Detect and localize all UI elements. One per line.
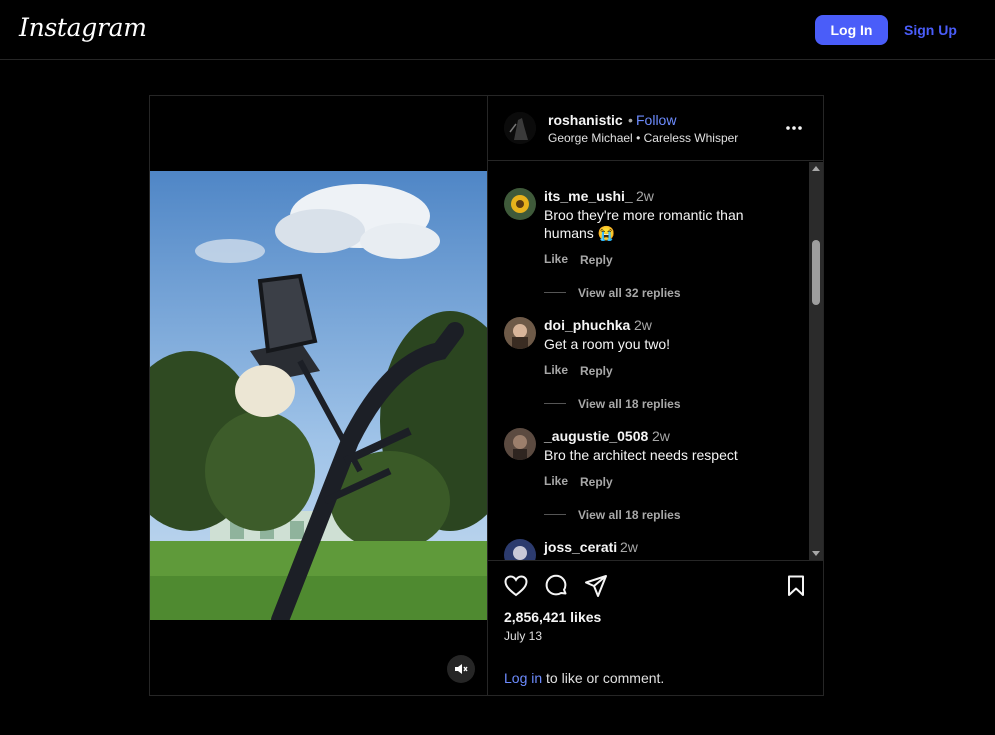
comment-time[interactable]: 2w xyxy=(620,539,638,555)
replies-divider xyxy=(544,403,566,404)
post-media xyxy=(150,96,488,695)
top-bar: Instagram Log In Sign Up xyxy=(0,0,995,60)
scroll-up-arrow[interactable] xyxy=(812,166,820,171)
comment-like-button[interactable]: Like xyxy=(544,252,568,266)
signup-link[interactable]: Sign Up xyxy=(898,15,963,45)
commenter-avatar[interactable] xyxy=(504,539,536,560)
author-username[interactable]: roshanistic xyxy=(548,112,623,128)
share-button[interactable] xyxy=(583,573,609,599)
comment-like-button[interactable]: Like xyxy=(544,474,568,488)
comment-reply-button[interactable]: Reply xyxy=(580,253,613,267)
share-icon xyxy=(585,575,607,597)
comment-time[interactable]: 2w xyxy=(652,428,670,444)
post-header: roshanistic • Follow George Michael • Ca… xyxy=(488,96,823,161)
save-button[interactable] xyxy=(783,573,809,599)
more-options-button[interactable] xyxy=(784,120,804,136)
view-replies-button[interactable]: View all 18 replies xyxy=(578,508,681,522)
comment-time[interactable]: 2w xyxy=(634,317,652,333)
comment-text: Broo they're more romantic than humans 😭 xyxy=(544,207,744,241)
commenter-username[interactable]: _augustie_0508 xyxy=(544,428,648,444)
more-options-icon xyxy=(786,126,802,130)
heart-icon xyxy=(504,575,528,597)
audio-info[interactable]: George Michael • Careless Whisper xyxy=(548,131,738,145)
bookmark-icon xyxy=(788,575,804,596)
instagram-logo[interactable]: Instagram xyxy=(19,13,147,42)
comment-icon xyxy=(545,574,567,596)
login-link[interactable]: Log in xyxy=(504,670,542,686)
author-avatar[interactable] xyxy=(504,112,536,144)
comment-text: Get a room you two! xyxy=(544,336,671,352)
comments-list: its_me_ushi_ 2w Broo they're more romant… xyxy=(488,162,808,560)
scrollbar-thumb[interactable] xyxy=(812,240,820,305)
post-card: roshanistic • Follow George Michael • Ca… xyxy=(149,95,824,696)
comment-reply-button[interactable]: Reply xyxy=(580,364,613,378)
comment-time[interactable]: 2w xyxy=(636,188,654,204)
comments-scrollbar[interactable] xyxy=(809,162,823,560)
commenter-avatar[interactable] xyxy=(504,188,536,220)
login-prompt: Log in to like or comment. xyxy=(504,670,664,686)
view-replies-button[interactable]: View all 18 replies xyxy=(578,397,681,411)
post-video[interactable] xyxy=(150,171,487,620)
audio-artist: George Michael xyxy=(548,131,633,145)
mute-button[interactable] xyxy=(447,655,475,683)
likes-count[interactable]: 2,856,421 likes xyxy=(504,609,601,625)
login-prompt-text: to like or comment. xyxy=(542,670,665,686)
comment-reply-button[interactable]: Reply xyxy=(580,475,613,489)
mute-icon xyxy=(455,664,468,674)
replies-divider xyxy=(544,292,566,293)
commenter-username[interactable]: its_me_ushi_ xyxy=(544,188,633,204)
commenter-username[interactable]: joss_cerati xyxy=(544,539,617,555)
view-replies-button[interactable]: View all 32 replies xyxy=(578,286,681,300)
replies-divider xyxy=(544,514,566,515)
commenter-avatar[interactable] xyxy=(504,428,536,460)
follow-button[interactable]: Follow xyxy=(636,112,676,128)
comment-like-button[interactable]: Like xyxy=(544,363,568,377)
like-button[interactable] xyxy=(503,573,529,599)
separator-dot: • xyxy=(628,112,633,128)
post-sidebar: roshanistic • Follow George Michael • Ca… xyxy=(488,96,823,695)
login-button[interactable]: Log In xyxy=(815,15,888,45)
audio-song: Careless Whisper xyxy=(643,131,739,145)
post-actions: 2,856,421 likes July 13 Log in to like o… xyxy=(488,560,823,695)
commenter-avatar[interactable] xyxy=(504,317,536,349)
commenter-username[interactable]: doi_phuchka xyxy=(544,317,630,333)
post-date[interactable]: July 13 xyxy=(504,629,542,643)
audio-separator: • xyxy=(636,131,641,145)
comment-button[interactable] xyxy=(543,573,569,599)
scroll-down-arrow[interactable] xyxy=(812,551,820,556)
comment-text: Bro the architect needs respect xyxy=(544,447,738,463)
